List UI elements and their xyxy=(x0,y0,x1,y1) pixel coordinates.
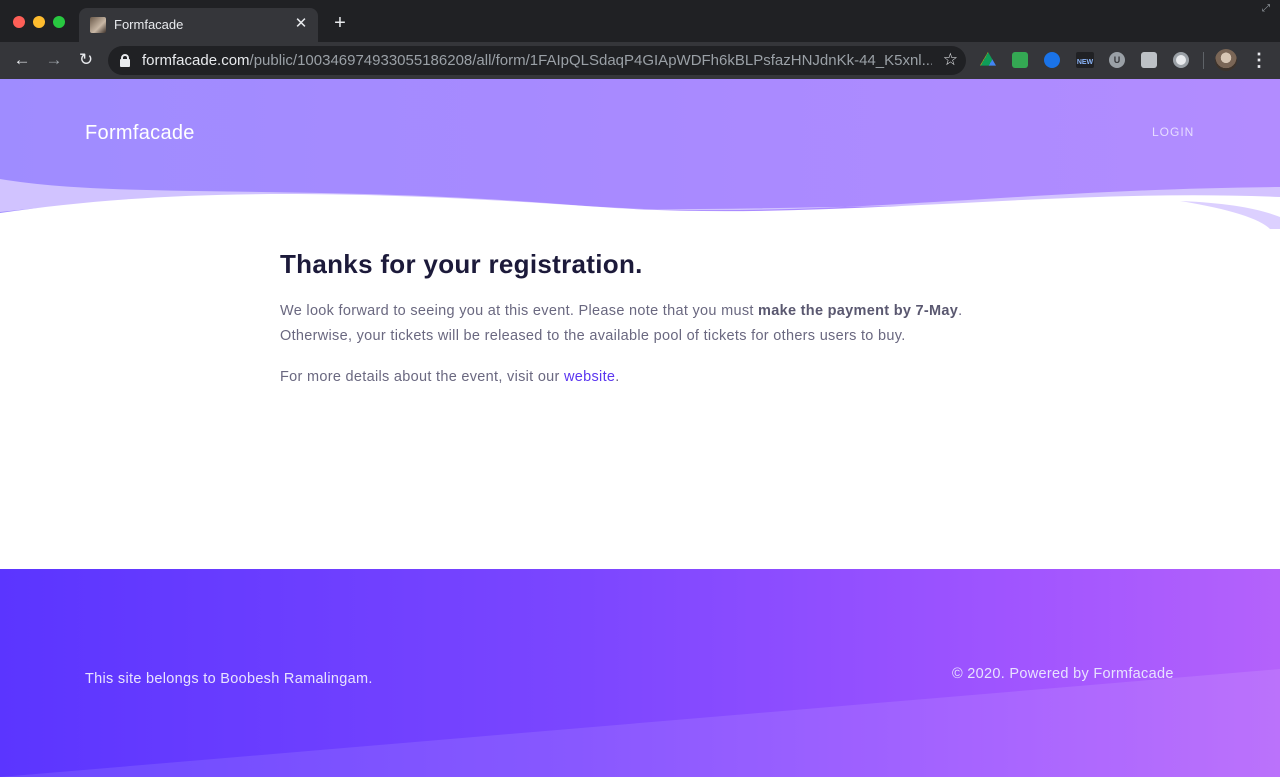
tab-strip: Formfacade ✕ + ⤢ xyxy=(0,0,1280,42)
compass-extension-icon[interactable] xyxy=(1044,52,1060,68)
new-tab-plus-icon[interactable]: + xyxy=(330,13,350,33)
header-banner: Formfacade LOGIN xyxy=(0,79,1280,229)
site-brand-link[interactable]: Formfacade xyxy=(85,122,195,145)
site-footer: This site belongs to Boobesh Ramalingam.… xyxy=(0,569,1280,777)
address-bar[interactable]: formfacade.com/public/100346974933055186… xyxy=(108,46,966,75)
profile-avatar[interactable] xyxy=(1215,49,1237,71)
powered-by-link[interactable]: © 2020. Powered by Formfacade xyxy=(952,666,1174,682)
website-link[interactable]: website xyxy=(564,369,615,385)
browser-chrome: Formfacade ✕ + ⤢ ← → ↻ formfacade.com/pu… xyxy=(0,0,1280,79)
lock-icon[interactable] xyxy=(120,54,130,67)
toolbar-divider xyxy=(1203,52,1204,69)
fullscreen-arrows-icon[interactable]: ⤢ xyxy=(1262,3,1274,15)
url-path: /public/100346974933055186208/all/form/1… xyxy=(249,52,932,69)
window-minimize-button[interactable] xyxy=(33,16,45,28)
payment-notice-text-start: We look forward to seeing you at this ev… xyxy=(280,303,759,319)
mail-checker-extension-icon[interactable] xyxy=(1012,52,1028,68)
google-drive-extension-icon[interactable] xyxy=(980,52,996,66)
more-menu-dots-icon[interactable]: ⋮ xyxy=(1250,49,1268,71)
circle-extension-icon[interactable] xyxy=(1173,52,1189,68)
new-badge-extension-icon[interactable]: NEW xyxy=(1076,52,1094,68)
back-arrow-icon[interactable]: ← xyxy=(11,49,33,71)
payment-deadline: make the payment by 7-May xyxy=(758,303,959,319)
browser-toolbar: ← → ↻ formfacade.com/public/100346974933… xyxy=(0,42,1280,79)
reload-icon[interactable]: ↻ xyxy=(75,49,97,71)
u-extension-icon[interactable]: U xyxy=(1109,52,1125,68)
tab-close-icon[interactable]: ✕ xyxy=(292,15,310,33)
browser-tab[interactable]: Formfacade ✕ xyxy=(79,8,318,42)
url-text[interactable]: formfacade.com/public/100346974933055186… xyxy=(142,52,932,69)
forward-arrow-icon[interactable]: → xyxy=(43,49,65,71)
login-link[interactable]: LOGIN xyxy=(1152,125,1194,139)
event-details-text: For more details about the event, visit … xyxy=(280,365,1000,390)
url-host: formfacade.com xyxy=(142,52,250,69)
confirmation-content: Thanks for your registration. We look fo… xyxy=(280,249,1000,390)
tab-favicon-icon xyxy=(90,17,106,33)
bookmark-star-icon[interactable]: ☆ xyxy=(943,50,958,70)
payment-notice: We look forward to seeing you at this ev… xyxy=(280,299,1000,349)
web-page: Formfacade LOGIN Thanks for your registr… xyxy=(0,79,1280,777)
window-maximize-button[interactable] xyxy=(53,16,65,28)
page-heading: Thanks for your registration. xyxy=(280,249,643,279)
chat-extension-icon[interactable] xyxy=(1141,52,1157,68)
site-owner-text: This site belongs to Boobesh Ramalingam. xyxy=(85,671,373,687)
header-wave-decoration xyxy=(0,179,1280,229)
event-details-text-end: . xyxy=(615,369,620,385)
tab-title: Formfacade xyxy=(114,17,184,32)
window-close-button[interactable] xyxy=(13,16,25,28)
event-details-text-start: For more details about the event, visit … xyxy=(280,369,564,385)
